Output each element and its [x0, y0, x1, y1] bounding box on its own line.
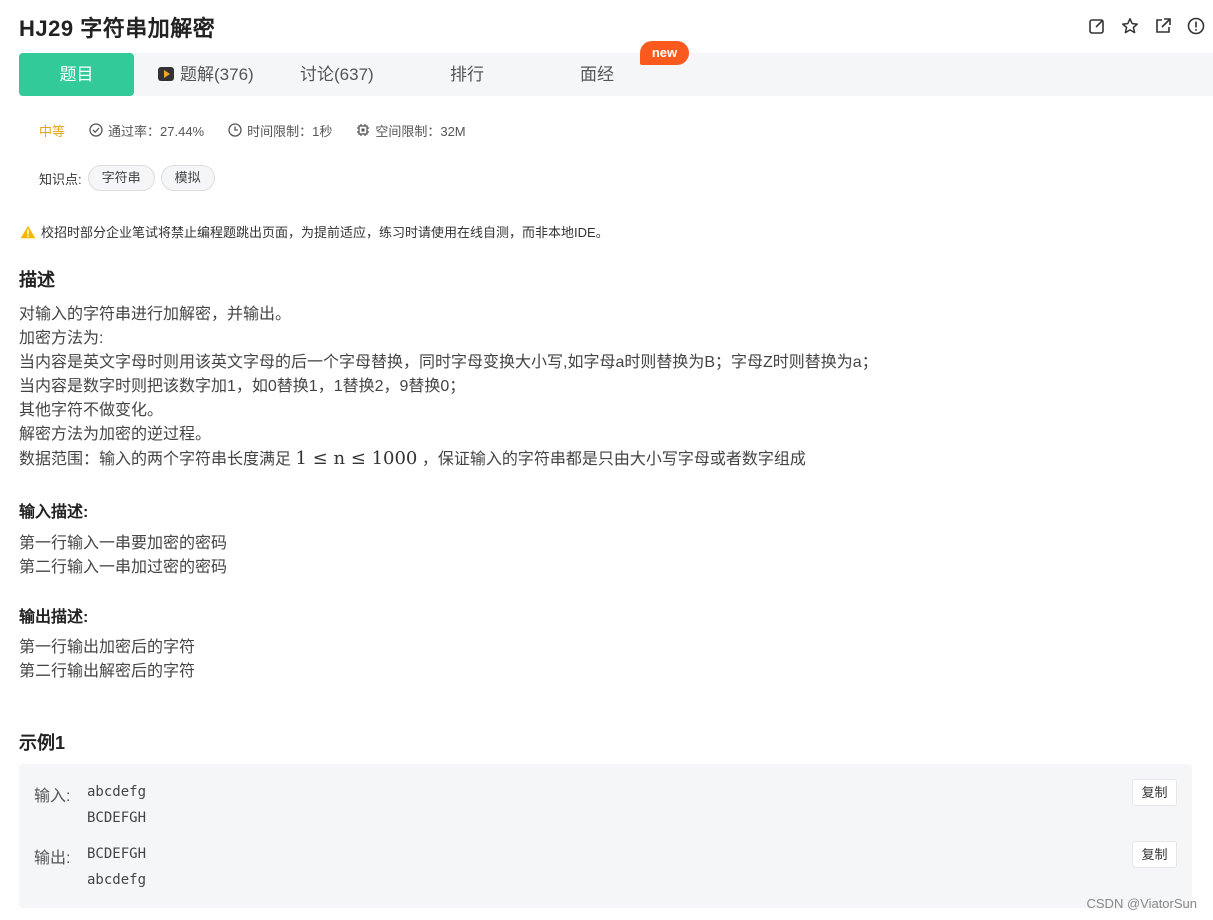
range-suffix: ，保证输入的字符串都是只由大小写字母或者数字组成	[421, 451, 806, 468]
input-desc-body: 第一行输入一串要加密的密码 第二行输入一串加过密的密码	[19, 532, 227, 580]
pass-rate-text: 通过率：27.44%	[108, 123, 205, 139]
check-circle-icon	[89, 123, 103, 137]
output-desc-body: 第一行输出加密后的字符 第二行输出解密后的字符	[19, 636, 195, 684]
new-badge: new	[640, 41, 689, 65]
exam-notice: 校招时部分企业笔试将禁止编程题跳出页面，为提前适应，练习时请使用在线自测，而非本…	[20, 222, 609, 241]
warning-icon	[20, 225, 36, 238]
description-line: 对输入的字符串进行加解密，并输出。	[19, 306, 292, 323]
description-line: 当内容是英文字母时则用该英文字母的后一个字母替换，同时字母变换大小写,如字母a时…	[19, 354, 878, 371]
watermark: CSDN @ViatorSun	[1086, 896, 1198, 911]
tab-bar: 题目 题解(376) 讨论(637) 排行 面经	[19, 53, 1213, 96]
example-heading: 示例1	[19, 733, 66, 753]
code-line: BCDEFGH	[87, 810, 147, 826]
time-limit-text: 时间限制：1秒	[247, 123, 333, 139]
tag-string[interactable]: 字符串	[87, 165, 155, 191]
description-line: 其他字符不做变化。	[19, 402, 164, 419]
copy-input-button[interactable]: 复制	[1132, 779, 1177, 806]
example-box: 输入: abcdefg BCDEFGH 复制 输出: BCDEFGH abcde…	[19, 764, 1192, 908]
tab-solutions[interactable]: 题解(376)	[158, 53, 254, 96]
notice-text: 校招时部分企业笔试将禁止编程题跳出页面，为提前适应，练习时请使用在线自测，而非本…	[41, 225, 609, 240]
code-line: BCDEFGH	[87, 846, 147, 862]
edit-icon[interactable]	[1087, 16, 1106, 35]
tab-solutions-label: 题解(376)	[180, 65, 254, 84]
tag-simulation[interactable]: 模拟	[160, 165, 215, 191]
star-icon[interactable]	[1120, 16, 1139, 35]
memory-limit: 空间限制：32M	[356, 121, 466, 140]
meta-row: 中等 通过率：27.44% 时间限制：1秒 空间限制：32M	[39, 120, 490, 140]
difficulty-label: 中等	[39, 123, 66, 139]
knowledge-tags: 知识点: 字符串 模拟	[39, 165, 221, 191]
pass-rate: 通过率：27.44%	[89, 121, 204, 140]
data-range-line: 数据范围：输入的两个字符串长度满足 1 ≤ n ≤ 1000 ，保证输入的字符串…	[19, 447, 878, 472]
tab-ranking[interactable]: 排行	[450, 53, 484, 96]
input-desc-heading: 输入描述:	[19, 504, 89, 521]
input-desc-line: 第二行输入一串加过密的密码	[19, 559, 228, 576]
tab-interview[interactable]: 面经	[580, 53, 614, 96]
report-icon[interactable]	[1186, 16, 1205, 35]
range-formula: 1 ≤ n ≤ 1000	[295, 448, 418, 469]
code-line: abcdefg	[87, 872, 147, 888]
page-title: HJ29 字符串加解密	[19, 16, 216, 41]
input-desc-line: 第一行输入一串要加密的密码	[19, 535, 228, 552]
copy-output-button[interactable]: 复制	[1132, 841, 1177, 868]
title-actions	[1087, 16, 1205, 35]
example-input-label: 输入:	[34, 788, 71, 805]
description-line: 当内容是数字时则把该数字加1，如0替换1，1替换2，9替换0；	[19, 378, 466, 395]
output-desc-heading: 输出描述:	[19, 609, 89, 626]
description-line: 解密方法为加密的逆过程。	[19, 426, 212, 443]
description-line: 加密方法为:	[19, 330, 104, 347]
output-desc-line: 第一行输出加密后的字符	[19, 639, 196, 656]
code-line: abcdefg	[87, 784, 147, 800]
video-icon	[158, 67, 174, 81]
tab-discussion[interactable]: 讨论(637)	[300, 53, 374, 96]
description-body: 对输入的字符串进行加解密，并输出。 加密方法为: 当内容是英文字母时则用该英文字…	[19, 303, 878, 472]
range-prefix: 数据范围：输入的两个字符串长度满足	[19, 451, 292, 468]
output-desc-line: 第二行输出解密后的字符	[19, 663, 196, 680]
clock-icon	[228, 123, 242, 137]
time-limit: 时间限制：1秒	[228, 121, 332, 140]
example-output-label: 输出:	[34, 850, 71, 867]
share-icon[interactable]	[1153, 16, 1172, 35]
tags-label: 知识点:	[39, 171, 82, 187]
example-input-code[interactable]: abcdefg BCDEFGH	[87, 779, 146, 831]
description-heading: 描述	[19, 270, 55, 290]
title-bar: HJ29 字符串加解密	[0, 0, 1213, 52]
example-output-code[interactable]: BCDEFGH abcdefg	[87, 841, 146, 893]
chip-icon	[357, 124, 370, 136]
memory-limit-text: 空间限制：32M	[375, 123, 466, 139]
tab-problem[interactable]: 题目	[19, 53, 134, 96]
